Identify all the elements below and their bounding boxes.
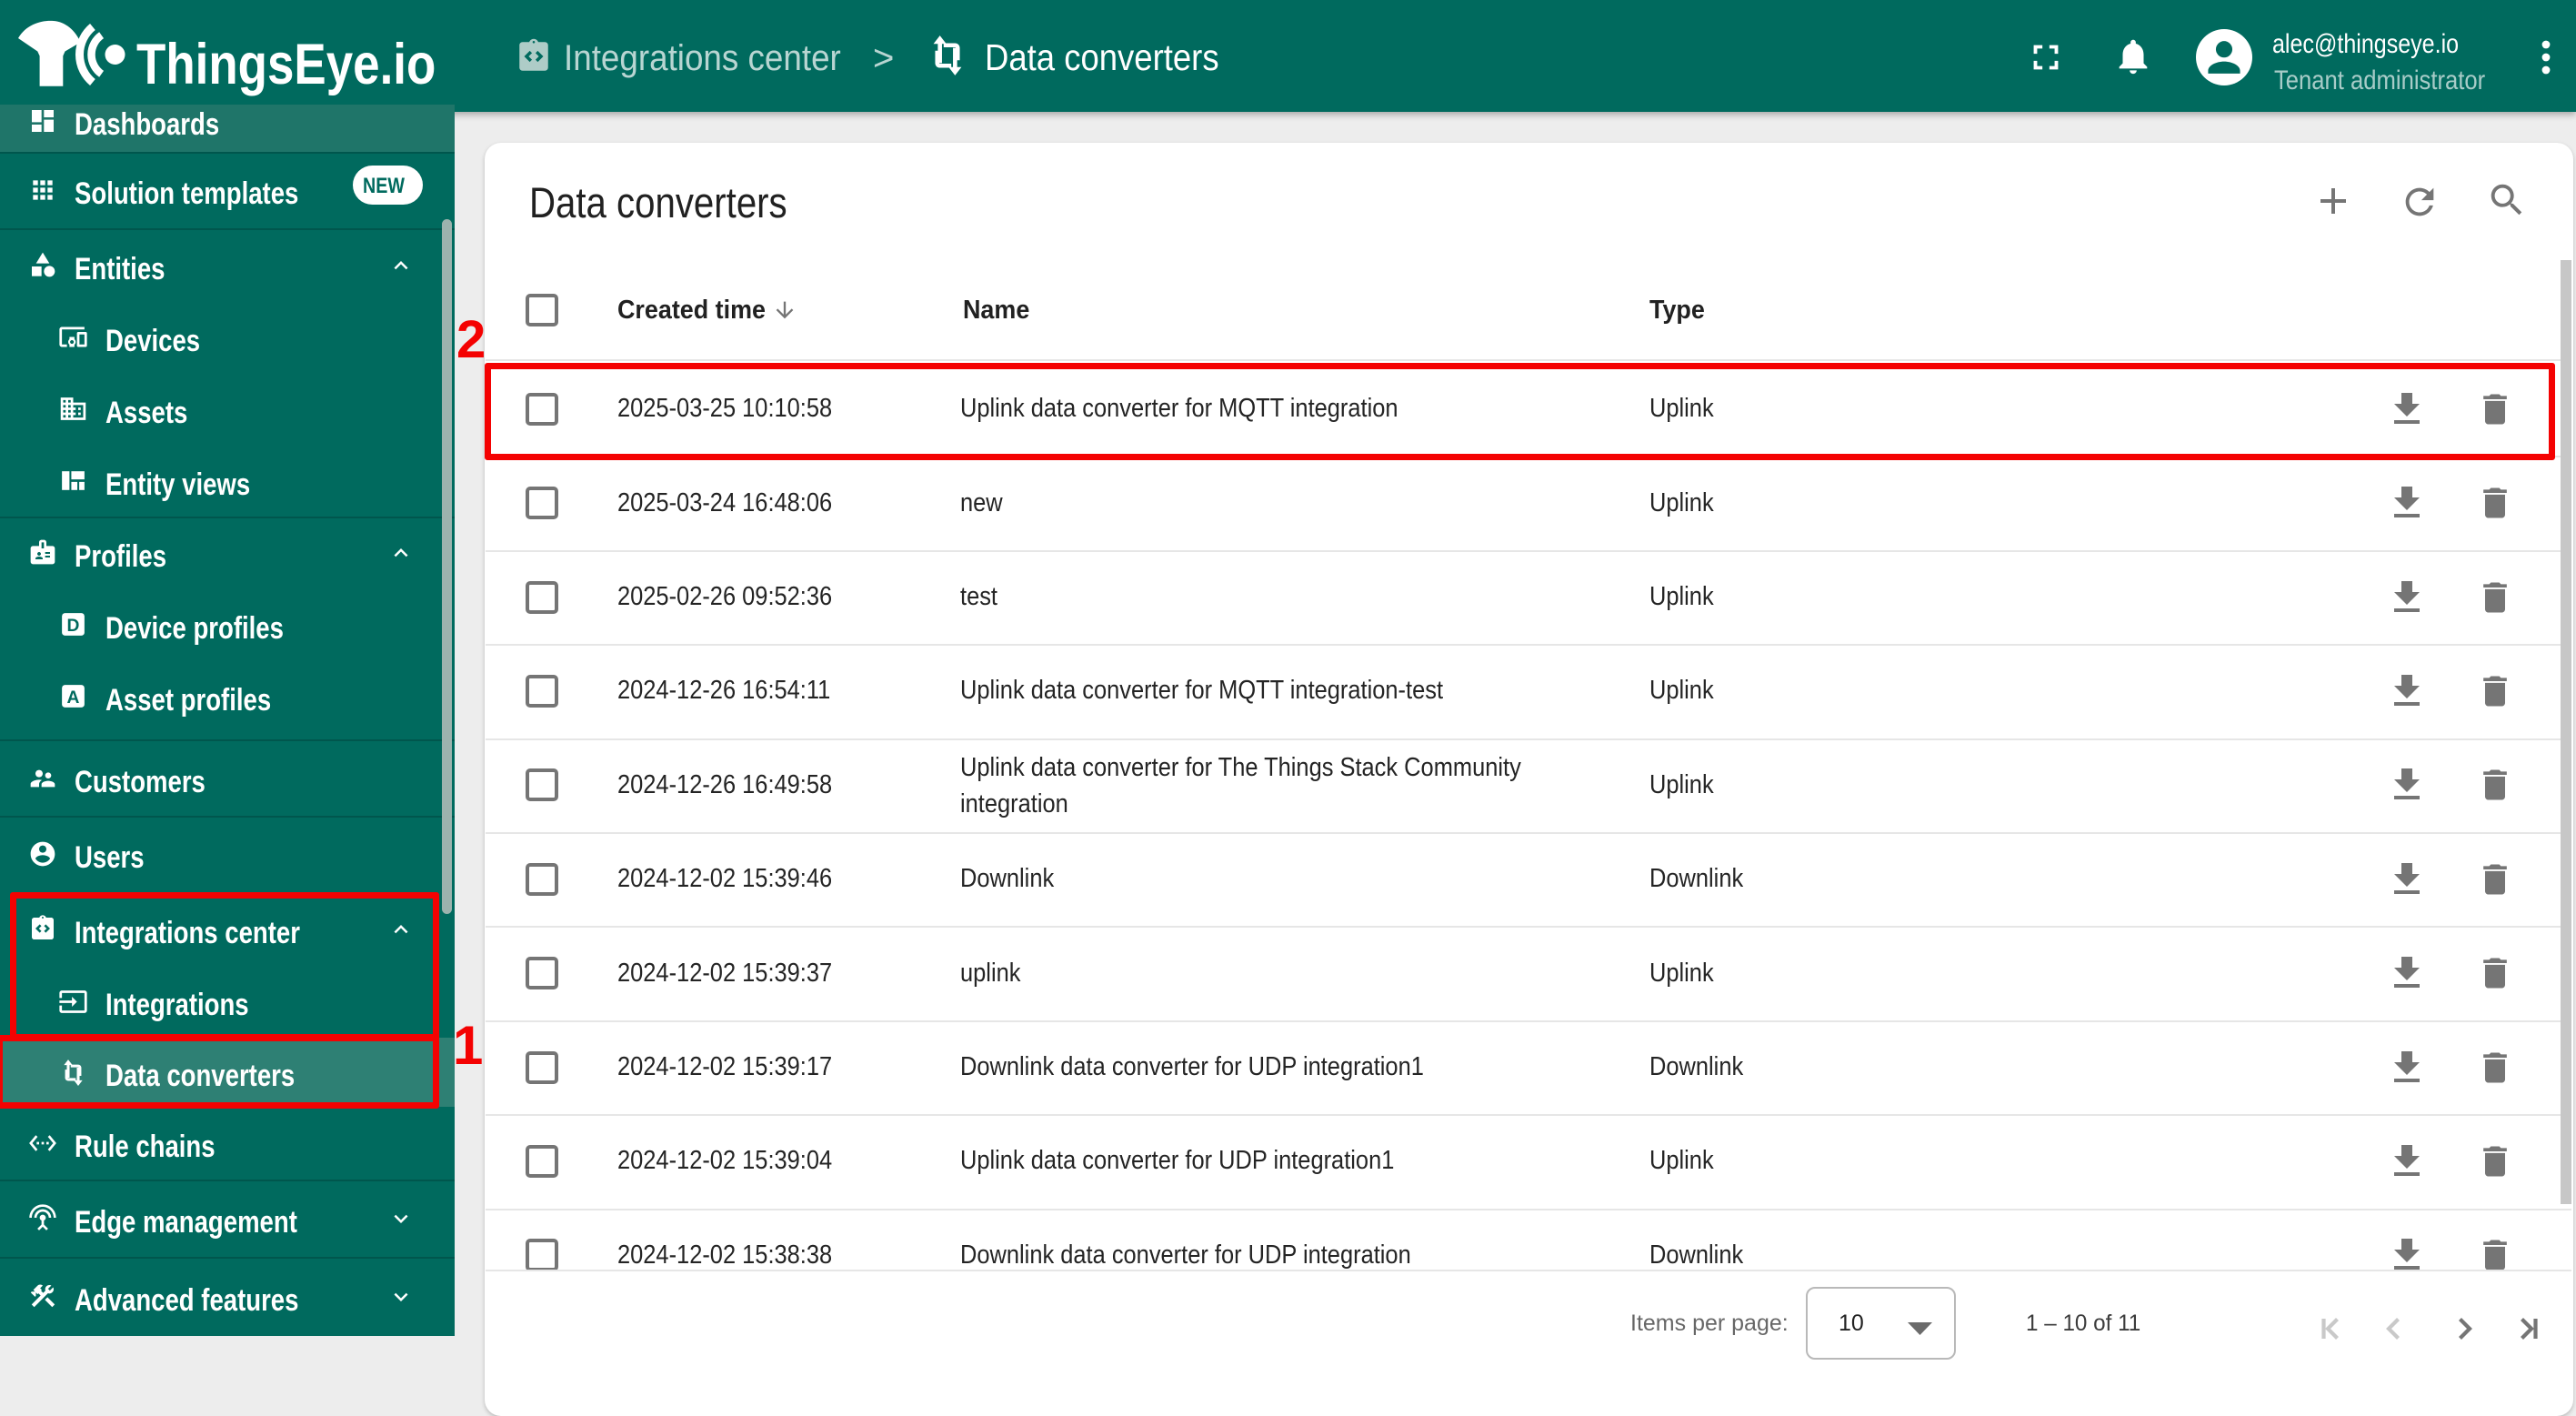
svg-text:D: D [67,617,80,636]
svg-text:A: A [67,688,80,708]
